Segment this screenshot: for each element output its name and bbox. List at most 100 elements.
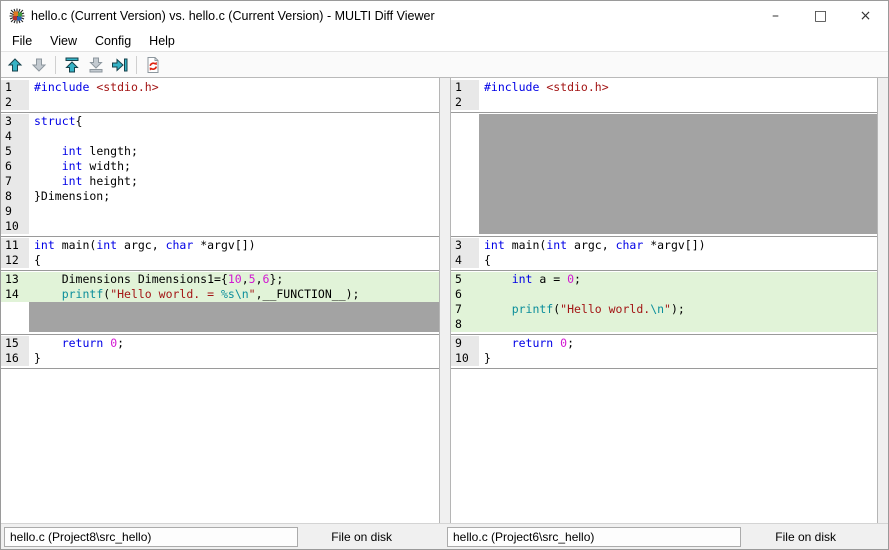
code-text: }: [479, 351, 877, 366]
code-text: return 0;: [479, 336, 877, 351]
menu-file[interactable]: File: [3, 32, 41, 50]
left-code-line-2[interactable]: 2: [1, 95, 439, 110]
line-number: 4: [1, 129, 29, 144]
reload-files-button[interactable]: [142, 54, 164, 76]
left-code-line-9[interactable]: 9: [1, 204, 439, 219]
toolbar: [1, 51, 888, 78]
refresh-document-icon: [144, 56, 162, 74]
diff-section: 5 int a = 0;67 printf("Hello world.\n");…: [451, 272, 877, 332]
right-code-line-10[interactable]: 10}: [451, 351, 877, 366]
code-text: {: [29, 253, 439, 268]
right-code-line-1[interactable]: 1#include <stdio.h>: [451, 80, 877, 95]
right-code-line-7[interactable]: 7 printf("Hello world.\n");: [451, 302, 877, 317]
diff-section: 3struct{45 int length;6 int width;7 int …: [1, 114, 439, 234]
right-code-line-8[interactable]: 8: [451, 317, 877, 332]
line-number: 4: [451, 253, 479, 268]
line-number: 7: [451, 302, 479, 317]
app-window: hello.c (Current Version) vs. hello.c (C…: [0, 0, 889, 550]
menu-config[interactable]: Config: [86, 32, 140, 50]
left-code-line-12[interactable]: 12{: [1, 253, 439, 268]
left-code-line-3[interactable]: 3struct{: [1, 114, 439, 129]
left-code-line-7[interactable]: 7 int height;: [1, 174, 439, 189]
left-code-line-1[interactable]: 1#include <stdio.h>: [1, 80, 439, 95]
status-bar: hello.c (Project8\src_hello) File on dis…: [1, 523, 888, 549]
gutter-cell: [451, 114, 479, 234]
right-code-line-2[interactable]: 2: [451, 95, 877, 110]
goto-difference-button[interactable]: [109, 54, 131, 76]
vertical-scrollbar[interactable]: [877, 78, 888, 523]
code-text: int length;: [29, 144, 439, 159]
right-code-line-5[interactable]: 5 int a = 0;: [451, 272, 877, 287]
prev-difference-button[interactable]: [4, 54, 26, 76]
diff-section: [451, 114, 877, 234]
code-text: struct{: [29, 114, 439, 129]
line-number: 8: [451, 317, 479, 332]
code-text: printf("Hello world. = %s\n",__FUNCTION_…: [29, 287, 439, 302]
code-text: int height;: [29, 174, 439, 189]
line-number: 6: [451, 287, 479, 302]
maximize-button[interactable]: □: [798, 1, 843, 30]
left-code-line-15[interactable]: 15 return 0;: [1, 336, 439, 351]
left-code-line-16[interactable]: 16}: [1, 351, 439, 366]
first-difference-button[interactable]: [61, 54, 83, 76]
line-number: 9: [451, 336, 479, 351]
diff-content: 1#include <stdio.h>23struct{45 int lengt…: [1, 78, 888, 523]
code-text: Dimensions Dimensions1={10,5,6};: [29, 272, 439, 287]
line-number: 6: [1, 159, 29, 174]
line-number: 11: [1, 238, 29, 253]
line-number: 8: [1, 189, 29, 204]
left-code-pane[interactable]: 1#include <stdio.h>2 3struct{45 int lengt…: [1, 78, 439, 523]
right-code-line-6[interactable]: 6: [451, 287, 877, 302]
left-code-line-8[interactable]: 8}Dimension;: [1, 189, 439, 204]
left-code-line-4[interactable]: 4: [1, 129, 439, 144]
menu-help[interactable]: Help: [140, 32, 184, 50]
right-code-line-9[interactable]: 9 return 0;: [451, 336, 877, 351]
left-code-line-6[interactable]: 6 int width;: [1, 159, 439, 174]
arrow-right-bar-icon: [111, 56, 129, 74]
next-difference-button: [28, 54, 50, 76]
left-code-line-14[interactable]: 14 printf("Hello world. = %s\n",__FUNCTI…: [1, 287, 439, 302]
line-number: 5: [1, 144, 29, 159]
line-number: 1: [1, 80, 29, 95]
right-code-line-3[interactable]: 3int main(int argc, char *argv[]): [451, 238, 877, 253]
right-code-line-4[interactable]: 4{: [451, 253, 877, 268]
line-number: 2: [1, 95, 29, 110]
diff-section: 13 Dimensions Dimensions1={10,5,6};14 pr…: [1, 272, 439, 332]
line-number: 14: [1, 287, 29, 302]
diff-section: 15 return 0;16}: [1, 336, 439, 366]
line-number: 16: [1, 351, 29, 366]
pane-divider[interactable]: [439, 78, 451, 523]
gutter-cell: [1, 302, 29, 332]
minimize-button[interactable]: –: [753, 1, 798, 30]
close-button[interactable]: ×: [843, 1, 888, 30]
line-number: 10: [1, 219, 29, 234]
menu-bar: File View Config Help: [1, 30, 888, 51]
left-filler-block: [1, 302, 439, 332]
right-filler-block: [451, 114, 877, 234]
code-text: [479, 317, 877, 332]
code-text: int width;: [29, 159, 439, 174]
left-code-line-10[interactable]: 10: [1, 219, 439, 234]
line-number: 7: [1, 174, 29, 189]
right-code-pane[interactable]: 1#include <stdio.h>2 3int main(int argc, …: [451, 78, 877, 523]
left-code-line-11[interactable]: 11int main(int argc, char *argv[]): [1, 238, 439, 253]
right-file-path: hello.c (Project6\src_hello): [447, 527, 741, 547]
code-text: [29, 129, 439, 144]
left-code-line-5[interactable]: 5 int length;: [1, 144, 439, 159]
toolbar-separator: [55, 56, 56, 74]
arrow-up-icon: [6, 56, 24, 74]
diff-section: 3int main(int argc, char *argv[])4{: [451, 238, 877, 268]
line-number: 15: [1, 336, 29, 351]
code-text: [29, 204, 439, 219]
code-text: [29, 219, 439, 234]
code-text: #include <stdio.h>: [29, 80, 439, 95]
section-separator: [451, 366, 877, 370]
last-difference-button: [85, 54, 107, 76]
arrow-down-icon: [30, 56, 48, 74]
line-number: 10: [451, 351, 479, 366]
left-code-line-13[interactable]: 13 Dimensions Dimensions1={10,5,6};: [1, 272, 439, 287]
code-text: }: [29, 351, 439, 366]
line-number: 1: [451, 80, 479, 95]
line-number: 2: [451, 95, 479, 110]
menu-view[interactable]: View: [41, 32, 86, 50]
